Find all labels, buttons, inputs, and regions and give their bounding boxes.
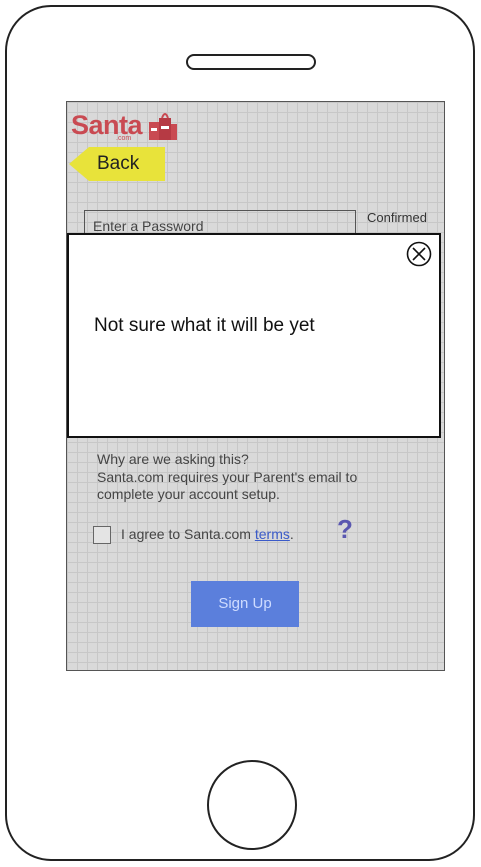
home-button[interactable]: [207, 760, 297, 850]
modal-message: Not sure what it will be yet: [94, 315, 315, 336]
santa-logo: Santa .com: [71, 108, 191, 142]
close-circle-icon[interactable]: [406, 241, 432, 267]
logo-text: Santa: [71, 110, 143, 140]
agree-checkbox[interactable]: [93, 526, 111, 544]
help-icon[interactable]: ?: [337, 514, 353, 545]
phone-speaker: [186, 54, 316, 70]
back-button[interactable]: Back: [69, 147, 165, 181]
info-title: Why are we asking this?: [97, 451, 249, 467]
back-label: Back: [97, 153, 140, 174]
confirmed-label: Confirmed: [367, 210, 427, 225]
back-arrow-icon: [69, 147, 89, 181]
agree-label: I agree to Santa.com terms.: [121, 526, 294, 542]
info-body: Santa.com requires your Parent's email t…: [97, 469, 358, 502]
sign-up-button[interactable]: Sign Up: [191, 581, 299, 627]
terms-link[interactable]: terms: [255, 526, 290, 542]
gift-bag-icon: [149, 113, 177, 140]
logo-sub: .com: [116, 135, 132, 142]
modal-dialog: Not sure what it will be yet: [67, 233, 441, 438]
